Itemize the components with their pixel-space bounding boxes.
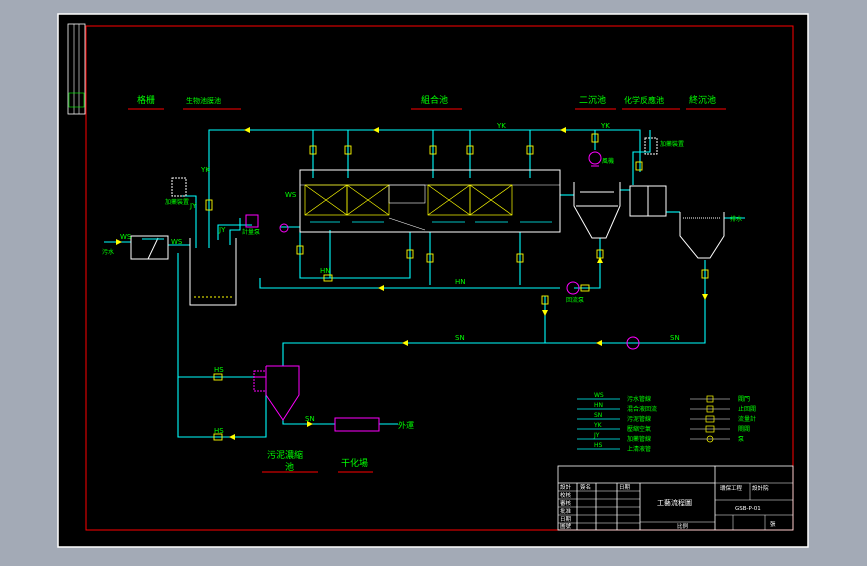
svg-text:JY: JY — [593, 432, 600, 439]
label-haul: 外運 — [398, 420, 414, 430]
tb-sheet: 張 — [770, 521, 776, 528]
tb-row-4: 日期 — [560, 516, 572, 523]
svg-text:HN: HN — [594, 402, 603, 409]
svg-text:閥門: 閥門 — [738, 396, 750, 403]
label-hs-2: HS — [214, 427, 224, 435]
tb-scale: 比例 — [677, 522, 689, 530]
title-drying: 干化場 — [341, 457, 368, 469]
svg-text:加藥管線: 加藥管線 — [627, 435, 651, 443]
svg-text:泵: 泵 — [738, 436, 744, 443]
label-yk-3: YK — [600, 122, 610, 130]
tb-row-5: 圖號 — [560, 522, 572, 530]
label-hn-1: HN — [320, 267, 331, 275]
svg-text:YK: YK — [593, 422, 603, 429]
tb-row-0: 設計 — [560, 483, 572, 491]
label-metering-pump: 計量泵 — [242, 228, 260, 236]
process-flow-drawing: 格栅 生物池膜池 組合池 二沉池 化学反應池 終沉池 污泥濃縮 池 干化場 WS… — [57, 13, 809, 548]
label-return-pump: 回流泵 — [566, 296, 584, 304]
label-sn-1: SN — [455, 334, 465, 342]
title-chemical: 化学反應池 — [624, 95, 664, 105]
svg-text:混合液回流: 混合液回流 — [627, 405, 657, 413]
tb-drawing-title: 工藝流程圖 — [657, 498, 692, 507]
svg-text:壓縮空氣: 壓縮空氣 — [627, 425, 651, 433]
title-final-settle: 終沉池 — [689, 94, 716, 106]
drawing-sheet — [57, 13, 809, 548]
svg-text:WS: WS — [594, 392, 604, 399]
label-hn-2: HN — [455, 278, 466, 286]
title-combined: 組合池 — [421, 94, 448, 106]
tb-row-1: 校核 — [560, 491, 572, 499]
title-secondary: 二沉池 — [579, 94, 606, 106]
svg-text:上清液管: 上清液管 — [627, 445, 651, 453]
label-dosing-left: 加藥裝置 — [165, 198, 189, 206]
label-ws-3: WS — [285, 191, 297, 199]
label-ws-2: WS — [171, 238, 183, 246]
label-hs-1: HS — [214, 366, 224, 374]
title-biofilm: 生物池膜池 — [186, 96, 221, 105]
svg-text:止回閥: 止回閥 — [738, 405, 756, 413]
svg-text:污泥管線: 污泥管線 — [627, 415, 651, 423]
label-jy-2: JY — [218, 226, 226, 234]
cad-viewport[interactable]: 格栅 生物池膜池 組合池 二沉池 化学反應池 終沉池 污泥濃縮 池 干化場 WS… — [0, 0, 867, 562]
label-ws-1: WS — [120, 233, 132, 241]
title-grille: 格栅 — [137, 94, 155, 106]
tb-row-3: 批准 — [560, 507, 572, 515]
label-outfall: 排水 — [730, 215, 742, 223]
tb-mid-1: 日期 — [619, 484, 631, 491]
label-sn-2: SN — [670, 334, 680, 342]
label-intake: 污水 — [102, 248, 114, 256]
tb-drawing-no: GSB-P-01 — [735, 506, 761, 512]
label-jy-1: JY — [189, 202, 197, 210]
svg-text:流量計: 流量計 — [738, 415, 756, 423]
svg-text:污水管線: 污水管線 — [627, 395, 651, 403]
svg-text:HS: HS — [594, 442, 603, 449]
svg-text:SN: SN — [594, 412, 602, 419]
label-dosing-right: 加藥裝置 — [660, 140, 684, 148]
tb-project: 環保工程 — [720, 484, 743, 492]
label-blower: 風機 — [602, 157, 614, 165]
label-sn-3: SN — [305, 415, 315, 423]
tb-row-2: 審核 — [560, 499, 572, 507]
label-yk-2: YK — [496, 122, 506, 130]
svg-text:閘閥: 閘閥 — [738, 426, 750, 433]
label-yk-1: YK — [200, 166, 210, 174]
title-sludge-2: 池 — [285, 461, 294, 473]
tb-mid-0: 簽名 — [580, 483, 591, 491]
tb-company: 設計院 — [752, 484, 769, 492]
title-sludge: 污泥濃縮 — [267, 449, 303, 461]
